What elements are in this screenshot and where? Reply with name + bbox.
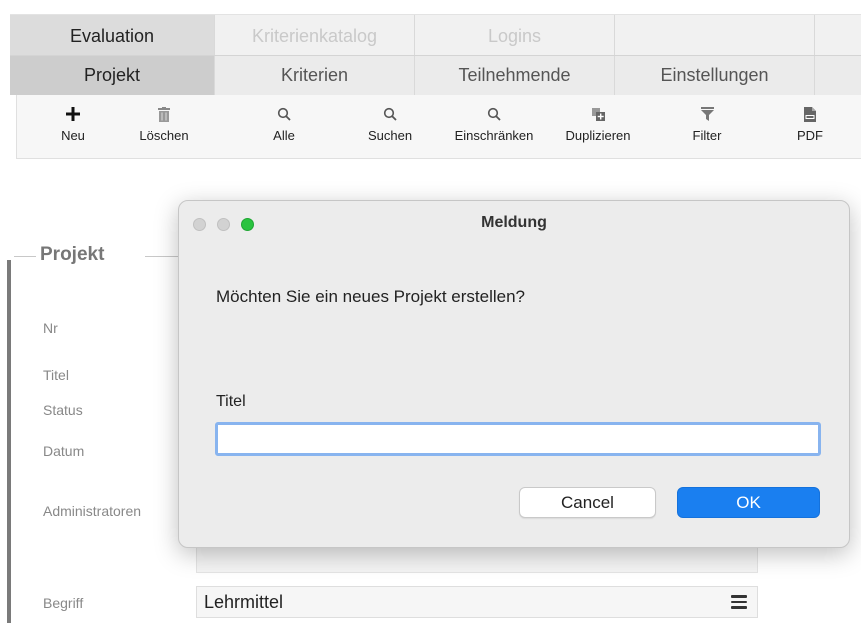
filter-icon: [687, 103, 727, 125]
tab-einstellungen[interactable]: Einstellungen: [615, 56, 815, 95]
tab-logins[interactable]: Logins: [415, 15, 615, 57]
toolbar: Neu Löschen Alle Suchen Einschränken Dup…: [16, 95, 861, 159]
main-tab-bar: Evaluation Kriterienkatalog Logins: [10, 14, 861, 57]
search-button[interactable]: Suchen: [363, 103, 417, 143]
plus-icon: [53, 103, 93, 125]
search-icon: [266, 103, 302, 125]
titel-field-label: Titel: [216, 393, 246, 410]
titel-input[interactable]: [215, 422, 821, 456]
tab-projekt[interactable]: Projekt: [10, 56, 215, 95]
label-titel: Titel: [43, 367, 69, 383]
tab-evaluation[interactable]: Evaluation: [10, 15, 215, 57]
dialog-title: Meldung: [481, 214, 547, 231]
duplicate-button-label: Duplizieren: [565, 128, 631, 143]
delete-button-label: Löschen: [139, 128, 189, 143]
new-button[interactable]: Neu: [53, 103, 93, 143]
label-nr: Nr: [43, 320, 58, 336]
begriff-value: Lehrmittel: [204, 592, 284, 612]
cancel-button[interactable]: Cancel: [519, 487, 656, 518]
begriff-field[interactable]: Lehrmittel: [196, 586, 758, 618]
pdf-button-label: PDF: [797, 128, 823, 143]
dialog-titlebar: Meldung: [179, 201, 849, 248]
duplicate-icon: [550, 103, 646, 125]
tab-kriterienkatalog[interactable]: Kriterienkatalog: [215, 15, 415, 57]
duplicate-button[interactable]: Duplizieren: [550, 103, 646, 143]
all-button-label: Alle: [273, 128, 295, 143]
administratoren-field[interactable]: [196, 545, 758, 573]
form-left-bar: [7, 260, 11, 623]
filter-button-label: Filter: [692, 128, 722, 143]
label-administratoren: Administratoren: [43, 503, 142, 519]
pdf-icon: [793, 103, 827, 125]
label-status: Status: [43, 402, 83, 418]
menu-icon[interactable]: [731, 595, 747, 609]
all-button[interactable]: Alle: [266, 103, 302, 143]
pdf-button[interactable]: PDF: [793, 103, 827, 143]
label-begriff: Begriff: [43, 595, 84, 611]
ok-button[interactable]: OK: [677, 487, 820, 518]
message-dialog: Meldung Möchten Sie ein neues Projekt er…: [178, 200, 850, 548]
search-icon: [363, 103, 417, 125]
restrict-button-label: Einschränken: [454, 128, 534, 143]
tab-empty-1: [615, 15, 815, 57]
search-button-label: Suchen: [367, 128, 413, 143]
sub-tab-bar: Projekt Kriterien Teilnehmende Einstellu…: [10, 56, 861, 95]
dialog-message: Möchten Sie ein neues Projekt erstellen?: [216, 287, 526, 306]
delete-button[interactable]: Löschen: [134, 103, 194, 143]
trash-icon: [134, 103, 194, 125]
tab-kriterien[interactable]: Kriterien: [215, 56, 415, 95]
filter-button[interactable]: Filter: [687, 103, 727, 143]
tab-sub-empty: [815, 56, 861, 95]
tab-teilnehmende[interactable]: Teilnehmende: [415, 56, 615, 95]
label-datum: Datum: [43, 443, 85, 459]
section-title: Projekt: [40, 244, 111, 266]
search-icon: [444, 103, 544, 125]
new-button-label: Neu: [61, 128, 85, 143]
tab-empty-2: [815, 15, 861, 57]
restrict-button[interactable]: Einschränken: [444, 103, 544, 143]
section-line: [14, 256, 36, 257]
